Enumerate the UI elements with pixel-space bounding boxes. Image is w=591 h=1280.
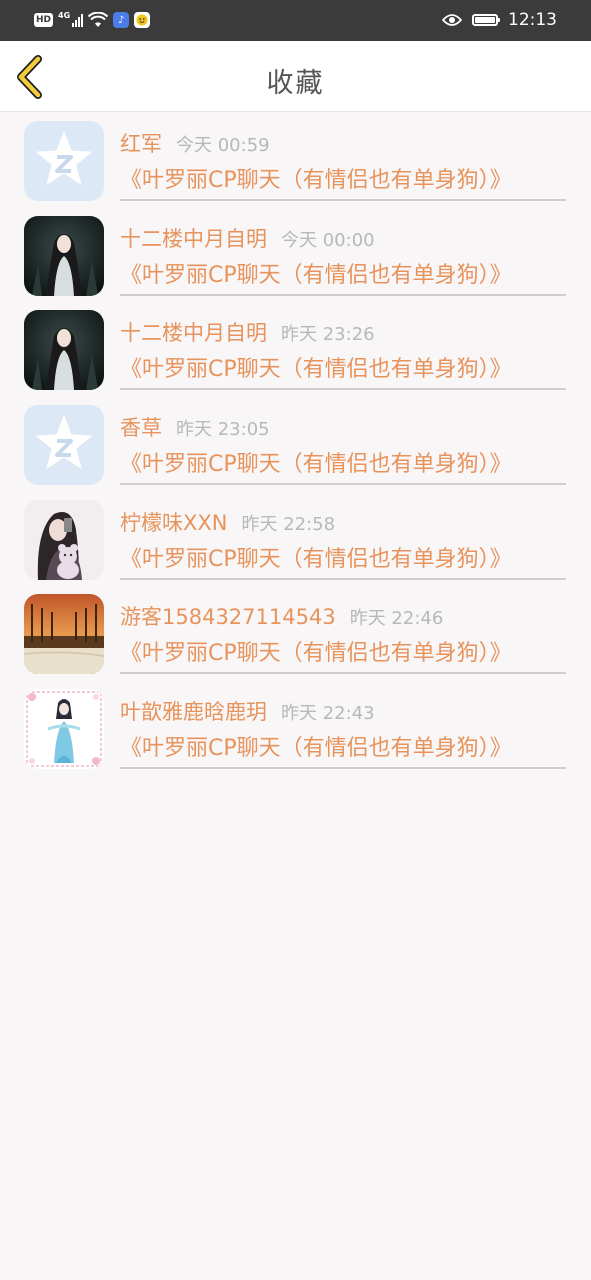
default-star-avatar[interactable] — [24, 405, 104, 486]
timestamp: 昨天 23:05 — [176, 419, 270, 441]
favorite-item[interactable]: 香草 昨天 23:05 《叶罗丽CP聊天（有情侣也有单身狗）》 — [0, 396, 591, 491]
status-right: 12:13 — [442, 8, 557, 32]
room-title: 《叶罗丽CP聊天（有情侣也有单身狗）》 — [120, 168, 512, 193]
favorite-item[interactable]: 十二楼中月自明 今天 00:00 《叶罗丽CP聊天（有情侣也有单身狗）》 — [0, 207, 591, 302]
user-name: 香草 — [120, 416, 162, 441]
room-title: 《叶罗丽CP聊天（有情侣也有单身狗）》 — [120, 641, 512, 667]
favorite-item-content: 游客1584327114543 昨天 22:46 《叶罗丽CP聊天（有情侣也有单身… — [120, 585, 566, 675]
user-name: 柠檬味XXN — [120, 510, 228, 535]
favorite-item[interactable]: 红军 今天 00:59 《叶罗丽CP聊天（有情侣也有单身狗）》 — [0, 112, 591, 207]
music-app-icon: ♪ — [113, 12, 130, 28]
room-title: 《叶罗丽CP聊天（有情侣也有单身狗）》 — [120, 546, 512, 572]
network-type-badge: 4G — [58, 10, 71, 20]
eye-icon — [442, 14, 462, 26]
timestamp: 今天 00:59 — [176, 135, 270, 156]
default-star-avatar[interactable] — [24, 121, 104, 201]
timestamp: 昨天 23:26 — [281, 324, 375, 346]
favorite-item-content: 柠檬味XXN 昨天 22:58 《叶罗丽CP聊天（有情侣也有单身狗）》 — [120, 491, 566, 580]
favorite-item-content: 十二楼中月自明 昨天 23:26 《叶罗丽CP聊天（有情侣也有单身狗）》 — [120, 301, 566, 391]
page-title: 收藏 — [266, 68, 325, 99]
favorite-item-content: 红军 今天 00:59 《叶罗丽CP聊天（有情侣也有单身狗）》 — [120, 112, 566, 201]
user-name: 十二楼中月自明 — [120, 321, 267, 346]
favorite-item-content: 香草 昨天 23:05 《叶罗丽CP聊天（有情侣也有单身狗）》 — [120, 396, 566, 486]
status-left: HD 4G ♪ — [34, 10, 151, 30]
favorite-item-content: 叶歆雅鹿晗鹿玥 昨天 22:43 《叶罗丽CP聊天（有情侣也有单身狗）》 — [120, 680, 566, 770]
status-time: 12:13 — [508, 10, 557, 30]
room-title: 《叶罗丽CP聊天（有情侣也有单身狗）》 — [120, 736, 512, 762]
girl-with-teddy-avatar[interactable] — [24, 499, 104, 580]
favorite-item[interactable]: 柠檬味XXN 昨天 22:58 《叶罗丽CP聊天（有情侣也有单身狗）》 — [0, 491, 591, 586]
status-bar: HD 4G ♪ 12:13 — [0, 0, 591, 41]
hd-badge: HD — [34, 13, 54, 27]
app-header: 收藏 — [0, 41, 591, 112]
room-title: 《叶罗丽CP聊天（有情侣也有单身狗）》 — [120, 452, 512, 478]
user-name: 游客1584327114543 — [120, 605, 336, 630]
favorite-item[interactable]: 叶歆雅鹿晗鹿玥 昨天 22:43 《叶罗丽CP聊天（有情侣也有单身狗）》 — [0, 680, 591, 775]
favorites-list: 红军 今天 00:59 《叶罗丽CP聊天（有情侣也有单身狗）》 十二楼中月自明 今天… — [0, 112, 591, 775]
signal-icon — [72, 13, 84, 27]
user-name: 叶歆雅鹿晗鹿玥 — [120, 700, 267, 725]
room-title: 《叶罗丽CP聊天（有情侣也有单身狗）》 — [120, 262, 512, 288]
anime-girl-avatar[interactable] — [24, 215, 104, 296]
room-title: 《叶罗丽CP聊天（有情侣也有单身狗）》 — [120, 357, 512, 383]
timestamp: 昨天 22:58 — [241, 513, 336, 535]
user-name: 红军 — [120, 132, 162, 156]
favorite-item[interactable]: 游客1584327114543 昨天 22:46 《叶罗丽CP聊天（有情侣也有单身… — [0, 585, 591, 680]
timestamp: 昨天 22:43 — [281, 703, 375, 725]
anime-girl-avatar[interactable] — [24, 310, 104, 391]
favorite-item-content: 十二楼中月自明 今天 00:00 《叶罗丽CP聊天（有情侣也有单身狗）》 — [120, 207, 566, 296]
timestamp: 今天 00:00 — [281, 229, 375, 251]
fairy-doll-avatar[interactable] — [24, 689, 104, 770]
favorite-item[interactable]: 十二楼中月自明 昨天 23:26 《叶罗丽CP聊天（有情侣也有单身狗）》 — [0, 301, 591, 396]
timestamp: 昨天 22:46 — [349, 608, 444, 630]
battery-icon — [472, 14, 500, 26]
autumn-forest-avatar[interactable] — [24, 594, 104, 675]
wifi-icon — [88, 12, 109, 27]
user-name: 十二楼中月自明 — [120, 226, 267, 251]
chat-app-icon — [134, 12, 151, 28]
